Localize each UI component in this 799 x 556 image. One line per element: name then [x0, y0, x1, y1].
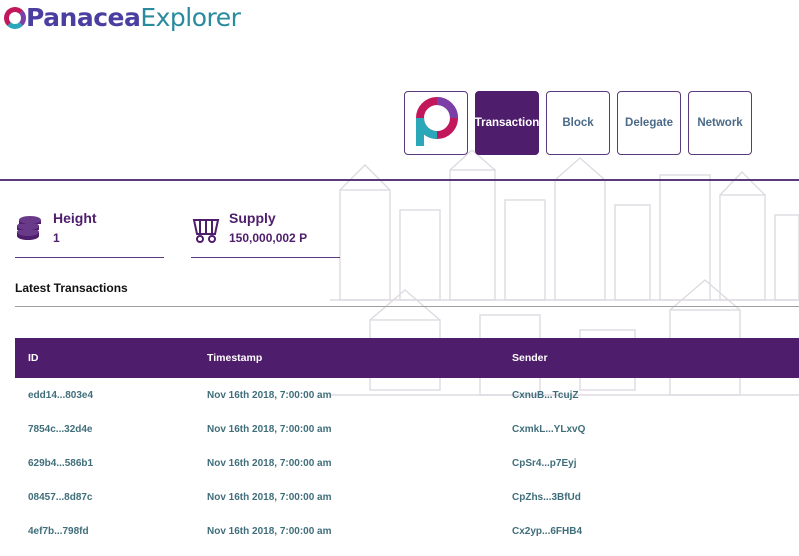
transaction-sender-link[interactable]: CpZhs...3BfUd: [512, 492, 799, 503]
table-row[interactable]: edd14...803e4 Nov 16th 2018, 7:00:00 am …: [15, 378, 799, 412]
logo-text-explorer: Explorer: [140, 2, 241, 32]
section-divider: [15, 306, 799, 307]
coin-stack-icon: [17, 216, 41, 240]
transaction-id-link[interactable]: edd14...803e4: [15, 390, 207, 401]
column-header-id[interactable]: ID: [15, 352, 207, 364]
stat-height: Height 1: [15, 210, 164, 258]
transaction-sender-link[interactable]: CxnuB...TcujZ: [512, 390, 799, 401]
transaction-timestamp: Nov 16th 2018, 7:00:00 am: [207, 457, 332, 469]
stat-supply-label: Supply: [229, 210, 276, 226]
nav-tab-network[interactable]: Network: [688, 91, 752, 155]
column-header-timestamp[interactable]: Timestamp: [207, 352, 512, 364]
app-logo[interactable]: Panacea Explorer: [4, 2, 241, 32]
transaction-timestamp: Nov 16th 2018, 7:00:00 am: [207, 389, 332, 401]
transactions-table: ID Timestamp Sender edd14...803e4 Nov 16…: [15, 338, 799, 548]
transaction-id-link[interactable]: 7854c...32d4e: [15, 424, 207, 435]
stat-height-label: Height: [53, 210, 97, 226]
stat-supply-value: 150,000,002 P: [229, 231, 308, 245]
logo-text-panacea: Panacea: [26, 2, 141, 32]
nav-tab-transaction[interactable]: Transaction: [475, 91, 539, 155]
latest-transactions-title: Latest Transactions: [15, 281, 128, 295]
transaction-sender-link[interactable]: CpSr4...p7Eyj: [512, 458, 799, 469]
table-row[interactable]: 08457...8d87c Nov 16th 2018, 7:00:00 am …: [15, 480, 799, 514]
mine-cart-icon: [192, 219, 220, 243]
stat-height-value: 1: [53, 231, 60, 245]
column-header-sender[interactable]: Sender: [512, 352, 799, 364]
transaction-sender-link[interactable]: CxmkL...YLxvQ: [512, 424, 799, 435]
nav-tab-block[interactable]: Block: [546, 91, 610, 155]
logo-mark-icon: [4, 7, 26, 29]
transaction-id-link[interactable]: 629b4...586b1: [15, 458, 207, 469]
transaction-id-link[interactable]: 4ef7b...798fd: [15, 526, 207, 537]
panacea-p-logo-icon: [416, 97, 458, 146]
nav-tab-delegate[interactable]: Delegate: [617, 91, 681, 155]
nav-home-logo[interactable]: [404, 91, 468, 155]
transaction-timestamp: Nov 16th 2018, 7:00:00 am: [207, 423, 332, 435]
transaction-id-link[interactable]: 08457...8d87c: [15, 492, 207, 503]
stat-supply: Supply 150,000,002 P: [191, 210, 340, 258]
transaction-timestamp: Nov 16th 2018, 7:00:00 am: [207, 491, 332, 503]
table-row[interactable]: 7854c...32d4e Nov 16th 2018, 7:00:00 am …: [15, 412, 799, 446]
transaction-timestamp: Nov 16th 2018, 7:00:00 am: [207, 525, 332, 537]
table-row[interactable]: 629b4...586b1 Nov 16th 2018, 7:00:00 am …: [15, 446, 799, 480]
transaction-sender-link[interactable]: Cx2yp...6FHB4: [512, 526, 799, 537]
table-row[interactable]: 4ef7b...798fd Nov 16th 2018, 7:00:00 am …: [15, 514, 799, 548]
table-header: ID Timestamp Sender: [15, 338, 799, 378]
header-divider: [0, 179, 799, 181]
main-nav: Transaction Block Delegate Network: [404, 91, 752, 155]
